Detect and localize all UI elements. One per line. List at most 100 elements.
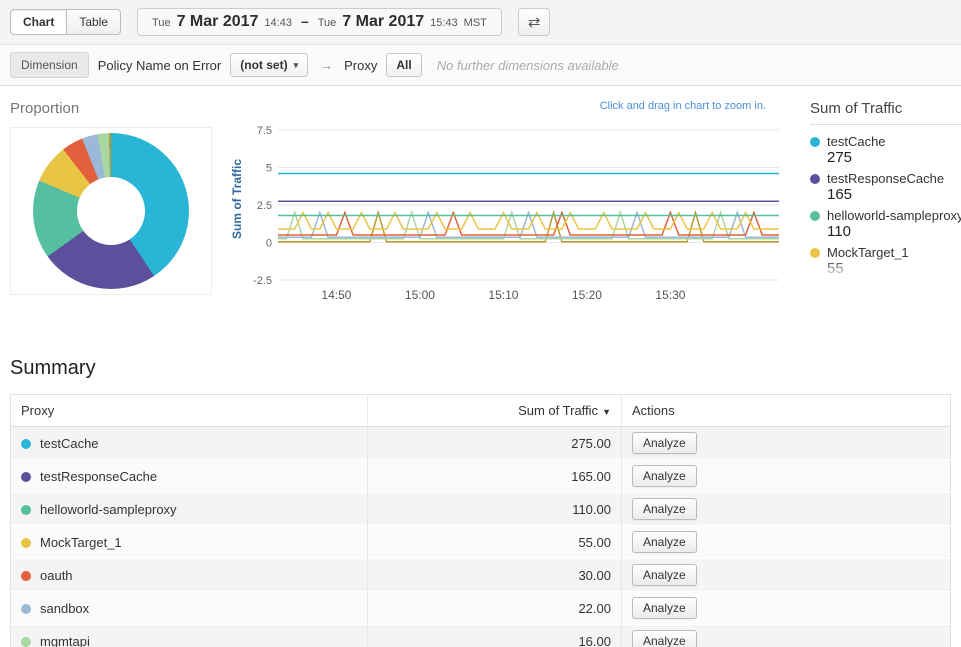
y-axis-label: Sum of Traffic xyxy=(230,116,244,281)
proxy-name: testCache xyxy=(40,436,99,451)
proxy-label: Proxy xyxy=(344,58,377,73)
series-color-dot xyxy=(21,505,31,515)
analyze-button[interactable]: Analyze xyxy=(632,630,697,647)
chevron-down-icon: ▾ xyxy=(294,60,299,71)
traffic-cell: 165.00 xyxy=(368,460,622,493)
proportion-panel: Proportion xyxy=(10,100,212,295)
refresh-icon: ⇄ xyxy=(528,14,541,31)
series-color-dot xyxy=(21,538,31,548)
traffic-cell: 55.00 xyxy=(368,526,622,559)
proxy-name: MockTarget_1 xyxy=(40,535,122,550)
table-row: sandbox 22.00 Analyze xyxy=(11,592,951,625)
svg-text:15:10: 15:10 xyxy=(488,288,518,302)
traffic-cell: 22.00 xyxy=(368,592,622,625)
svg-text:5: 5 xyxy=(266,163,272,175)
start-date: 7 Mar 2017 xyxy=(177,13,259,31)
column-header-traffic[interactable]: Sum of Traffic▼ xyxy=(368,395,622,427)
charts-section: Proportion Click and drag in chart to zo… xyxy=(0,86,961,311)
table-row: mgmtapi16.00 Analyze xyxy=(11,625,951,647)
analyze-button[interactable]: Analyze xyxy=(632,531,697,553)
view-toggle: Chart Table xyxy=(10,9,121,35)
actions-cell: Analyze xyxy=(621,493,950,526)
legend-color-dot xyxy=(810,137,820,147)
proxy-cell: mgmtapi xyxy=(11,625,368,647)
actions-cell: Analyze xyxy=(621,526,950,559)
proportion-chart xyxy=(10,127,212,295)
summary-section: Summary Proxy Sum of Traffic▼ Actions te… xyxy=(0,311,961,647)
legend-item[interactable]: testCache275 xyxy=(810,134,961,166)
proxy-filter-button[interactable]: All xyxy=(386,53,421,77)
traffic-header-label: Sum of Traffic xyxy=(518,403,598,418)
legend-color-dot xyxy=(810,174,820,184)
legend-item[interactable]: helloworld-sampleproxy110 xyxy=(810,208,961,240)
legend-series-value: 165 xyxy=(827,186,961,203)
proportion-title: Proportion xyxy=(10,100,212,117)
table-row: helloworld-sampleproxy110.00Analyze xyxy=(11,493,951,526)
legend-series-name: helloworld-sampleproxy xyxy=(827,208,961,223)
legend-series-name: testResponseCache xyxy=(827,171,944,186)
traffic-cell: 16.00 xyxy=(368,625,622,647)
end-date: 7 Mar 2017 xyxy=(342,13,424,31)
traffic-cell: 30.00 xyxy=(368,559,622,592)
svg-text:15:30: 15:30 xyxy=(655,288,685,302)
summary-table: Proxy Sum of Traffic▼ Actions testCache 2… xyxy=(10,394,951,647)
analyze-button[interactable]: Analyze xyxy=(632,597,697,619)
dimensions-note: No further dimensions available xyxy=(437,58,619,73)
proxy-cell: sandbox xyxy=(11,592,368,625)
proxy-name: oauth xyxy=(40,568,73,583)
dimension-name: Policy Name on Error xyxy=(98,58,222,73)
analyze-button[interactable]: Analyze xyxy=(632,432,697,454)
svg-text:14:50: 14:50 xyxy=(321,288,351,302)
series-color-dot xyxy=(21,571,31,581)
refresh-button[interactable]: ⇄ xyxy=(518,8,551,36)
date-range-picker[interactable]: Tue 7 Mar 2017 14:43 – Tue 7 Mar 2017 15… xyxy=(137,8,502,36)
proxy-cell: testResponseCache xyxy=(11,460,368,493)
proxy-name: testResponseCache xyxy=(40,469,157,484)
legend-series-value: 275 xyxy=(827,149,961,166)
summary-title: Summary xyxy=(10,357,951,380)
svg-text:7.5: 7.5 xyxy=(257,125,272,137)
traffic-cell: 275.00 xyxy=(368,427,622,460)
legend-color-dot xyxy=(810,248,820,258)
end-day: Tue xyxy=(318,17,337,29)
column-header-proxy[interactable]: Proxy xyxy=(11,395,368,427)
chart-tab[interactable]: Chart xyxy=(10,9,67,35)
svg-text:15:20: 15:20 xyxy=(572,288,602,302)
traffic-line-chart[interactable]: 7.5 5 2.5 0 -2.5 14:50 15:00 15:10 15:20 15:30 xyxy=(244,116,784,311)
timezone: MST xyxy=(464,17,487,29)
actions-cell: Analyze xyxy=(621,427,950,460)
analyze-button[interactable]: Analyze xyxy=(632,564,697,586)
svg-text:-2.5: -2.5 xyxy=(253,275,272,287)
analyze-button[interactable]: Analyze xyxy=(632,465,697,487)
table-row: oauth 30.00 Analyze xyxy=(11,559,951,592)
legend-color-dot xyxy=(810,211,820,221)
actions-cell: Analyze xyxy=(621,559,950,592)
column-header-actions[interactable]: Actions xyxy=(621,395,950,427)
dimension-selected-value: (not set) xyxy=(240,58,287,72)
table-tab[interactable]: Table xyxy=(67,9,121,35)
series-color-dot xyxy=(21,604,31,614)
start-day: Tue xyxy=(152,17,171,29)
svg-text:0: 0 xyxy=(266,238,272,250)
svg-text:2.5: 2.5 xyxy=(257,200,272,212)
legend-item[interactable]: testResponseCache165 xyxy=(810,171,961,203)
table-row: MockTarget_1 55.00 Analyze xyxy=(11,526,951,559)
proxy-name: sandbox xyxy=(40,601,89,616)
start-time: 14:43 xyxy=(264,17,292,29)
series-color-dot xyxy=(21,637,31,647)
legend-series-name: MockTarget_1 xyxy=(827,245,909,260)
traffic-cell: 110.00 xyxy=(368,493,622,526)
dimension-label: Dimension xyxy=(10,52,89,78)
top-toolbar: Chart Table Tue 7 Mar 2017 14:43 – Tue 7… xyxy=(0,0,961,45)
analyze-button[interactable]: Analyze xyxy=(632,498,697,520)
end-time: 15:43 xyxy=(430,17,458,29)
legend-series-name: testCache xyxy=(827,134,886,149)
dimension-value-dropdown[interactable]: (not set) ▾ xyxy=(230,53,308,77)
actions-cell: Analyze xyxy=(621,460,950,493)
chart-legend: Sum of Traffic testCache275testResponseC… xyxy=(810,100,961,282)
legend-item[interactable]: MockTarget_155 xyxy=(810,245,961,277)
table-row: testCache 275.00 Analyze xyxy=(11,427,951,460)
donut-chart[interactable] xyxy=(33,133,189,289)
legend-items: testCache275 testResponseCache165 hellowor… xyxy=(810,134,961,277)
svg-text:15:00: 15:00 xyxy=(405,288,435,302)
